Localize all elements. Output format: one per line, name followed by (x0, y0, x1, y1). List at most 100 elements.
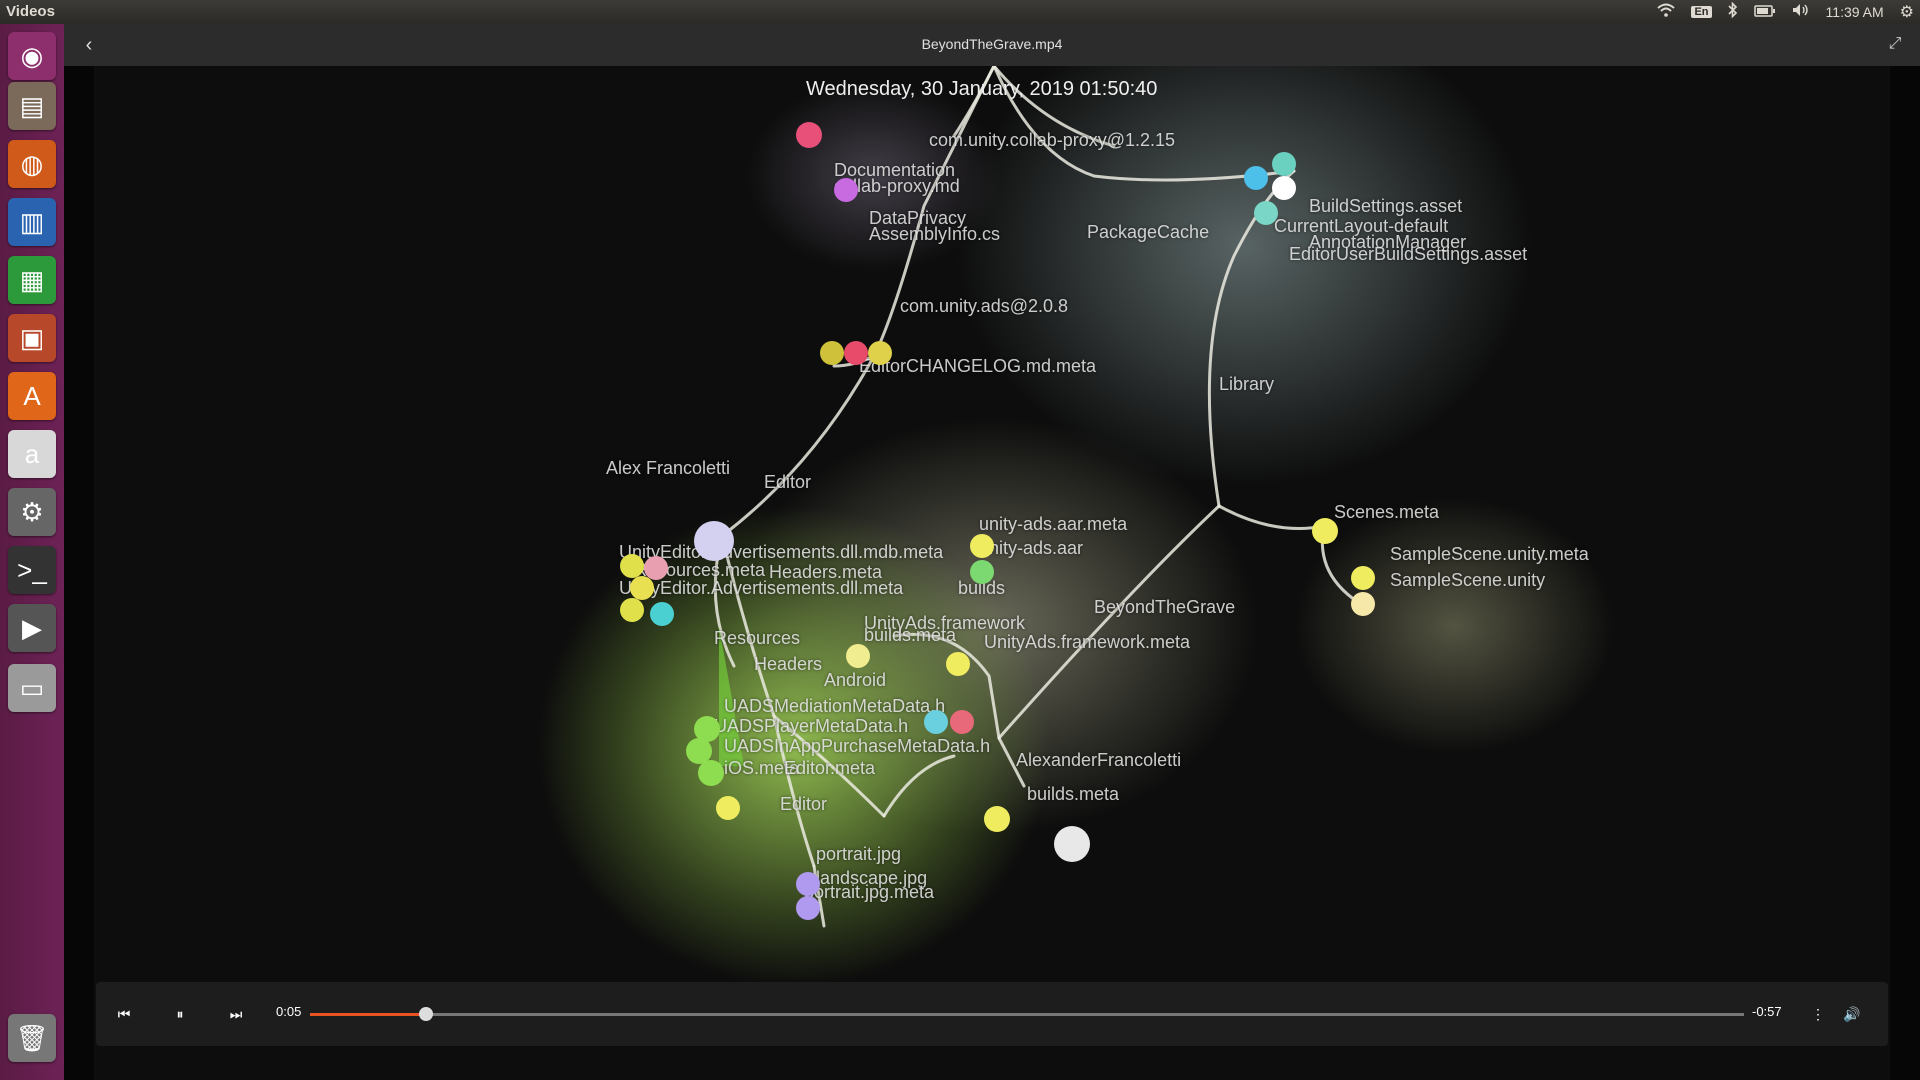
file-node (630, 576, 654, 600)
file-label: Editor (764, 472, 812, 492)
video-title: BeyondTheGrave.mp4 (921, 36, 1063, 52)
file-node (1244, 166, 1268, 190)
file-node (620, 554, 644, 578)
file-label: Editor (780, 794, 828, 814)
amazon-icon[interactable]: a (8, 430, 56, 478)
file-label: com.unity.ads@2.0.8 (900, 296, 1069, 316)
remaining-time: -0:57 (1752, 1004, 1782, 1019)
file-node (820, 341, 844, 365)
settings-gear-icon[interactable]: ⚙ (1900, 2, 1914, 22)
file-node (796, 872, 820, 896)
file-node (1351, 566, 1375, 590)
file-label: UADSMediationMetaData.h (724, 696, 946, 716)
file-node (698, 760, 724, 786)
file-label: portrait.jpg (816, 844, 902, 864)
file-label: UADSPlayerMetaData.h (714, 716, 909, 736)
file-label: PackageCache (1087, 222, 1210, 242)
pause-button[interactable]: ⏸ (168, 1002, 192, 1026)
file-node (970, 560, 994, 584)
file-node (868, 341, 892, 365)
videos-icon[interactable]: ▶ (8, 604, 56, 652)
user-avatar (1054, 826, 1090, 862)
file-node (924, 710, 948, 734)
previous-icon[interactable]: ⏮ (112, 1002, 136, 1026)
file-node (846, 644, 870, 668)
file-label: Resources (714, 628, 801, 648)
file-label: unity-ads.aar (979, 538, 1084, 558)
next-icon[interactable]: ⏭ (224, 1002, 248, 1026)
file-node (1272, 176, 1296, 200)
file-node (1272, 152, 1296, 176)
wifi-icon[interactable] (1657, 3, 1676, 21)
file-label: Editor.meta (784, 758, 876, 778)
bluetooth-icon[interactable] (1727, 1, 1738, 22)
video-viewport[interactable]: Wednesday, 30 January, 2019 01:50:40 com… (64, 66, 1920, 1080)
file-label: UADSInAppPurchaseMetaData.h (724, 736, 991, 756)
file-node (796, 896, 820, 920)
file-label: BuildSettings.asset (1309, 196, 1463, 216)
file-label: builds.meta (864, 625, 957, 645)
video-timestamp-overlay: Wednesday, 30 January, 2019 01:50:40 (806, 78, 1158, 100)
file-label: Android (824, 670, 887, 690)
system-settings-icon[interactable]: ⚙ (8, 488, 56, 536)
clock[interactable]: 11:39 AM (1826, 4, 1884, 20)
file-node (984, 806, 1010, 832)
top-panel: Videos En 11:39 AM ⚙ (0, 0, 1920, 24)
software-center-icon[interactable]: A (8, 372, 56, 420)
file-node (946, 652, 970, 676)
keyboard-layout-indicator[interactable]: En (1691, 6, 1712, 18)
volume-icon[interactable] (1792, 3, 1810, 21)
file-node (950, 710, 974, 734)
file-label: EditorUserBuildSettings.asset (1289, 244, 1528, 264)
impress-icon[interactable]: ▣ (8, 314, 56, 362)
file-node (834, 178, 858, 202)
firefox-icon[interactable]: ◍ (8, 140, 56, 188)
file-node (620, 598, 644, 622)
file-label: SampleScene.unity.meta (1390, 544, 1589, 564)
file-node (1351, 592, 1375, 616)
file-label: com.unity.collab-proxy@1.2.15 (929, 130, 1176, 150)
drive-icon[interactable]: ▭ (8, 664, 56, 712)
file-label: SampleScene.unity (1390, 570, 1546, 590)
file-label: UnityEditor.Advertisements.dll.meta (619, 578, 904, 598)
file-node (716, 796, 740, 820)
file-node (844, 341, 868, 365)
file-node (1312, 518, 1338, 544)
file-node (796, 122, 822, 148)
writer-icon[interactable]: ▥ (8, 198, 56, 246)
file-node (1254, 201, 1278, 225)
seek-handle[interactable] (419, 1007, 434, 1021)
battery-icon[interactable] (1753, 4, 1776, 21)
terminal-icon[interactable]: >_ (8, 546, 56, 594)
file-label: AssemblyInfo.cs (869, 224, 1001, 244)
more-options-icon[interactable]: ⋮ (1806, 1002, 1830, 1026)
seek-bar-progress (310, 1013, 427, 1016)
volume-button-icon[interactable]: 🔊 (1840, 1002, 1864, 1026)
file-label: BeyondTheGrave (1094, 597, 1236, 617)
system-tray: En 11:39 AM ⚙ (1657, 1, 1914, 22)
file-label: unity-ads.aar.meta (979, 514, 1128, 534)
trash-icon[interactable]: 🗑 (8, 1014, 56, 1062)
file-label: UnityAds.framework.meta (984, 632, 1191, 652)
seek-bar[interactable] (310, 1007, 1744, 1021)
calc-icon[interactable]: ▦ (8, 256, 56, 304)
app-name: Videos (6, 3, 55, 20)
user-avatar (694, 521, 734, 561)
file-node (970, 534, 994, 558)
elapsed-time: 0:05 (276, 1004, 302, 1019)
ubuntu-dash-icon[interactable]: ◉ (8, 32, 56, 80)
files-icon[interactable]: ▤ (8, 82, 56, 130)
file-label: Alex Francoletti (606, 458, 731, 478)
file-label: Scenes.meta (1334, 502, 1440, 522)
player-controls: ⏮ ⏸ ⏭ 0:05 -0:57 ⋮ 🔊 (96, 982, 1888, 1046)
fullscreen-icon[interactable]: ⤢ (1884, 33, 1906, 55)
video-header-bar: ‹ BeyondTheGrave.mp4 ⤢ (64, 24, 1920, 67)
file-label: CHANGELOG.md.meta (906, 356, 1097, 376)
launcher: ◉ ▤ ◍ ▥ ▦ ▣ Aa ⚙ >_ ▶ ▭ 🗑 (0, 24, 65, 1080)
video-frame: Wednesday, 30 January, 2019 01:50:40 com… (94, 66, 1890, 1080)
file-label: AlexanderFrancoletti (1016, 750, 1182, 770)
file-label: builds.meta (1027, 784, 1120, 804)
file-node (650, 602, 674, 626)
file-label: Library (1219, 374, 1275, 394)
file-label: Headers (754, 654, 823, 674)
